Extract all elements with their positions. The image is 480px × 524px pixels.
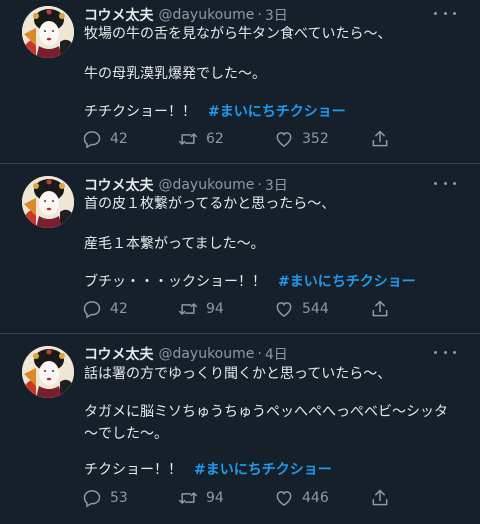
separator-dot: · <box>257 346 262 362</box>
share-button[interactable] <box>370 487 390 509</box>
like-count: 544 <box>302 301 329 317</box>
retweet-count: 62 <box>206 131 224 147</box>
hashtag-link[interactable]: #まいにちチクショー <box>208 104 346 120</box>
avatar[interactable] <box>22 346 74 398</box>
upload-share-icon <box>372 489 388 506</box>
share-button[interactable] <box>370 298 390 320</box>
reply-button[interactable]: 53 <box>82 487 128 509</box>
tweet-text-line: 産毛１本繋がってました〜。 <box>84 236 265 252</box>
hashtag-link[interactable]: #まいにちチクショー <box>194 462 332 478</box>
tweet-text-line: 首の皮１枚繋がってるかと思ったら〜、 <box>84 196 336 212</box>
avatar[interactable] <box>22 6 74 58</box>
tweet-text-line: 〜でした〜。 <box>84 426 168 442</box>
share-button[interactable] <box>370 128 390 150</box>
tweet-text-line: 牛の母乳漠乳爆発でした〜。 <box>84 66 266 82</box>
tweet-text-line: チチクショー！！ #まいにちチクショー <box>84 102 346 122</box>
like-button[interactable]: 352 <box>274 128 329 150</box>
hashtag-link[interactable]: #まいにちチクショー <box>278 274 416 290</box>
user-handle[interactable]: @dayukoume <box>158 346 254 362</box>
upload-share-icon <box>372 130 388 147</box>
tweet-header: コウメ太夫 @dayukoume · 3日 <box>84 4 288 26</box>
retweet-button[interactable]: 62 <box>178 128 224 150</box>
tweet-header: コウメ太夫 @dayukoume · 3日 <box>84 174 288 196</box>
tweet-text-line: 牧場の牛の舌を見ながら牛タン食べていたら〜、 <box>84 26 392 42</box>
tweet-actions: 53 94 446 <box>82 487 402 509</box>
reply-button[interactable]: 42 <box>82 298 128 320</box>
tweet-card[interactable]: コウメ太夫 @dayukoume · 3日 首の皮１枚繋がってるかと思ったら〜、… <box>0 164 480 334</box>
timestamp[interactable]: 3日 <box>265 175 288 195</box>
tweet-actions: 42 62 352 <box>82 128 402 150</box>
tweet-text-line: チクショー！！ #まいにちチクショー <box>84 460 332 480</box>
retweet-button[interactable]: 94 <box>178 487 224 509</box>
reply-button[interactable]: 42 <box>82 128 128 150</box>
tweet-card[interactable]: コウメ太夫 @dayukoume · 3日 牧場の牛の舌を見ながら牛タン食べてい… <box>0 0 480 164</box>
retweet-arrows-icon <box>178 492 198 504</box>
tweet-text-line: ブチッ・・・ックショー！！ #まいにちチクショー <box>84 272 416 292</box>
heart-outline-icon <box>276 491 292 506</box>
user-handle[interactable]: @dayukoume <box>158 7 254 23</box>
avatar[interactable] <box>22 176 74 228</box>
tweet-card[interactable]: コウメ太夫 @dayukoume · 4日 話は署の方でゆっくり聞くかと思ってい… <box>0 334 480 524</box>
reply-count: 53 <box>110 490 128 506</box>
retweet-count: 94 <box>206 490 224 506</box>
speech-bubble-icon <box>83 490 101 508</box>
display-name[interactable]: コウメ太夫 <box>84 344 153 364</box>
timeline-feed: コウメ太夫 @dayukoume · 3日 牧場の牛の舌を見ながら牛タン食べてい… <box>0 0 480 524</box>
retweet-arrows-icon <box>178 133 198 145</box>
reply-count: 42 <box>110 301 128 317</box>
speech-bubble-icon <box>83 301 101 319</box>
tweet-ending: チチクショー！！ <box>84 104 196 120</box>
like-button[interactable]: 446 <box>274 487 329 509</box>
retweet-arrows-icon <box>178 303 198 315</box>
upload-share-icon <box>372 300 388 317</box>
timestamp[interactable]: 4日 <box>265 344 288 364</box>
like-count: 446 <box>302 490 329 506</box>
retweet-count: 94 <box>206 301 224 317</box>
user-handle[interactable]: @dayukoume <box>158 177 254 193</box>
separator-dot: · <box>257 7 262 23</box>
like-button[interactable]: 544 <box>274 298 329 320</box>
timestamp[interactable]: 3日 <box>265 5 288 25</box>
speech-bubble-icon <box>83 131 101 149</box>
like-count: 352 <box>302 131 329 147</box>
tweet-text-line: 話は署の方でゆっくり聞くかと思っていたら〜、 <box>84 366 392 382</box>
retweet-button[interactable]: 94 <box>178 298 224 320</box>
display-name[interactable]: コウメ太夫 <box>84 5 153 25</box>
tweet-ending: ブチッ・・・ックショー！！ <box>84 274 266 290</box>
display-name[interactable]: コウメ太夫 <box>84 175 153 195</box>
three-dots-icon[interactable] <box>434 175 456 191</box>
tweet-header: コウメ太夫 @dayukoume · 4日 <box>84 343 288 365</box>
tweet-actions: 42 94 544 <box>82 298 402 320</box>
tweet-ending: チクショー！！ <box>84 462 182 478</box>
heart-outline-icon <box>276 302 292 317</box>
heart-outline-icon <box>276 132 292 147</box>
tweet-text-line: タガメに脳ミソちゅうちゅうペッへペへっぺベビ〜シッタ <box>84 404 448 420</box>
reply-count: 42 <box>110 131 128 147</box>
three-dots-icon[interactable] <box>434 344 456 360</box>
separator-dot: · <box>257 177 262 193</box>
three-dots-icon[interactable] <box>434 5 456 21</box>
